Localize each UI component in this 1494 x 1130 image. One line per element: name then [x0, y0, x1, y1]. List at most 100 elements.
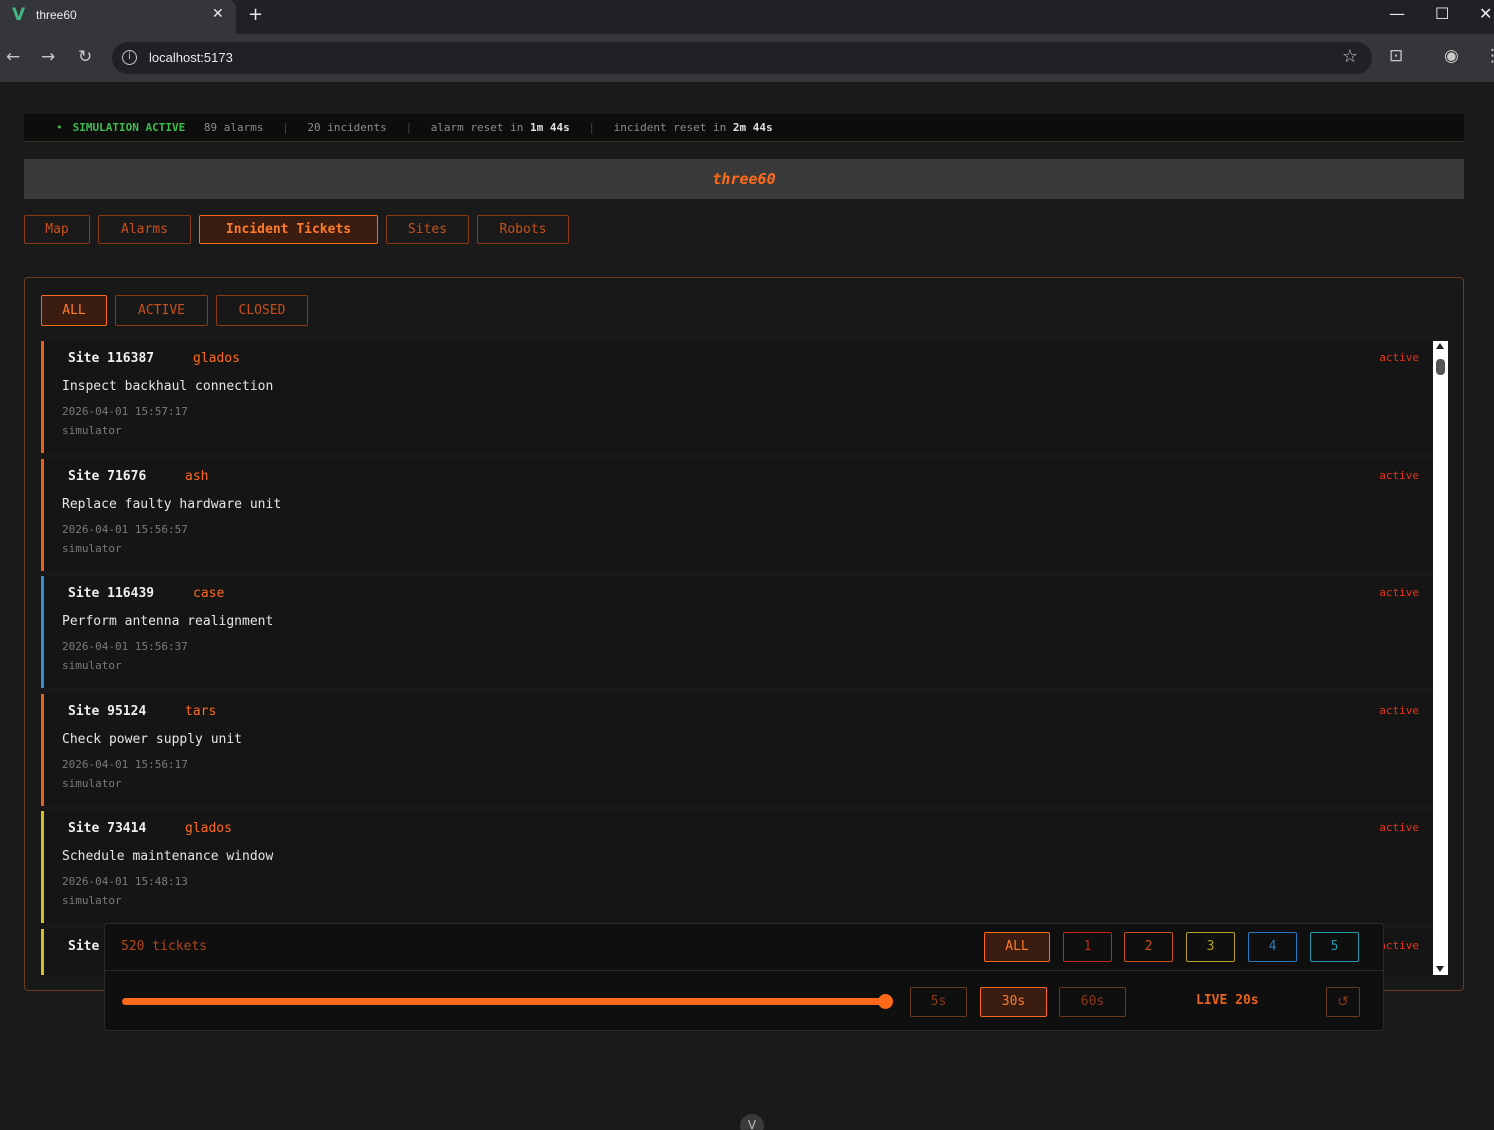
app-title: three60 [24, 159, 1464, 199]
ticket-card[interactable]: Site 73414 glados Schedule maintenance win… [41, 811, 1433, 923]
ticket-state-badge: active [1379, 586, 1419, 599]
ticket-list-scrollbar[interactable] [1433, 341, 1448, 975]
ticket-title: Schedule maintenance window [62, 849, 274, 864]
separator: | [405, 121, 413, 134]
browser-tab-strip: V three60 ✕ + — ☐ ✕ [0, 0, 1494, 34]
ticket-state-badge: active [1379, 351, 1419, 364]
ticket-state-badge: active [1379, 468, 1419, 482]
ticket-timestamp: 2026-04-01 15:57:17 [62, 405, 188, 418]
ticket-source: simulator [62, 424, 122, 437]
url-text[interactable]: localhost:5173 [149, 50, 233, 65]
simulation-status-bar: • SIMULATION ACTIVE 89 alarms | 20 incide… [24, 114, 1464, 142]
scroll-up-icon[interactable] [1436, 343, 1444, 349]
ticket-site: Site 73414 [68, 821, 147, 836]
separator: | [282, 121, 289, 134]
ticket-site: Site 71676 [68, 468, 147, 484]
interval-60s-button[interactable]: 60s [1059, 987, 1126, 1017]
profile-icon[interactable]: ◉ [1444, 46, 1459, 66]
alarm-reset-value: 1m 44s [530, 121, 570, 134]
simulation-status: SIMULATION ACTIVE [72, 121, 186, 134]
ticket-robot: glados [185, 821, 232, 836]
ticket-source: simulator [62, 776, 122, 790]
priority-5-button[interactable]: 5 [1310, 932, 1359, 962]
ticket-site: Site 116387 [68, 351, 155, 366]
ticket-source: simulator [62, 659, 122, 672]
tab-sites[interactable]: Sites [386, 215, 469, 244]
time-slider-track[interactable] [122, 998, 886, 1005]
filter-active-button[interactable]: ACTIVE [115, 295, 208, 326]
alarm-reset-label: alarm reset in [430, 121, 524, 134]
time-slider-thumb[interactable] [878, 994, 893, 1009]
maximize-icon[interactable]: ☐ [1435, 4, 1449, 23]
priority-all-button[interactable]: ALL [984, 932, 1050, 962]
scroll-thumb[interactable] [1436, 359, 1445, 375]
ticket-title: Inspect backhaul connection [62, 379, 274, 394]
site-info-icon[interactable]: i [122, 50, 137, 65]
minimize-icon[interactable]: — [1389, 4, 1405, 23]
ticket-state-badge: active [1379, 938, 1419, 952]
priority-2-button[interactable]: 2 [1124, 932, 1173, 962]
forward-icon[interactable]: → [41, 47, 55, 67]
ticket-timestamp: 2026-04-01 15:48:13 [62, 875, 188, 888]
ticket-source: simulator [62, 541, 122, 555]
incident-count: 20 incidents [307, 121, 387, 134]
interval-30s-button[interactable]: 30s [980, 987, 1047, 1017]
reset-icon[interactable]: ↺ [1326, 987, 1360, 1017]
vue-logo-icon: V [12, 5, 26, 25]
ticket-robot: tars [185, 703, 217, 719]
ticket-card[interactable]: Site 116439 case Perform antenna realignme… [41, 576, 1433, 688]
ticket-state-badge: active [1379, 821, 1419, 834]
scroll-down-icon[interactable] [1436, 966, 1444, 972]
ticket-robot: case [193, 586, 225, 601]
alarm-count: 89 alarms [203, 121, 264, 134]
ticket-site: Site 116439 [68, 586, 155, 601]
ticket-title: Replace faulty hardware unit [62, 496, 282, 512]
filter-all-button[interactable]: ALL [41, 295, 107, 326]
ticket-pager: 520 tickets ALL 12345 [104, 923, 1384, 971]
reload-icon[interactable]: ↻ [78, 47, 92, 67]
ticket-list[interactable]: Site 116387 glados Inspect backhaul connec… [41, 341, 1449, 975]
filter-closed-button[interactable]: CLOSED [216, 295, 308, 326]
ticket-site: Site [68, 938, 100, 954]
browser-tab[interactable]: V three60 ✕ [0, 0, 236, 34]
tab-incident-tickets[interactable]: Incident Tickets [199, 215, 378, 244]
ticket-state-badge: active [1379, 703, 1419, 717]
priority-1-button[interactable]: 1 [1063, 932, 1112, 962]
ticket-card[interactable]: Site 95124 tars Check power supply unit 202… [41, 693, 1433, 806]
live-indicator: LIVE 20s [1196, 993, 1259, 1008]
priority-3-button[interactable]: 3 [1186, 932, 1235, 962]
tab-robots[interactable]: Robots [477, 215, 569, 244]
tab-title: three60 [36, 8, 77, 22]
new-tab-icon[interactable]: + [248, 4, 263, 25]
separator: | [588, 121, 596, 134]
vue-devtools-icon[interactable]: V [740, 1114, 764, 1130]
tab-search-icon[interactable]: ⊡ [1389, 46, 1403, 66]
tickets-panel: ALL ACTIVE CLOSED Site 116387 glados Inspe… [24, 277, 1464, 991]
ticket-title: Check power supply unit [62, 731, 243, 747]
ticket-timestamp: 2026-04-01 15:56:57 [62, 522, 188, 536]
back-icon[interactable]: ← [6, 47, 20, 67]
address-bar[interactable]: i localhost:5173 ☆ [112, 42, 1372, 74]
ticket-robot: glados [193, 351, 240, 366]
ticket-card[interactable]: Site 71676 ash Replace faulty hardware uni… [41, 458, 1433, 571]
tab-close-icon[interactable]: ✕ [212, 6, 224, 22]
ticket-source: simulator [62, 894, 122, 907]
incident-reset-value: 2m 44s [732, 121, 773, 134]
ticket-title: Perform antenna realignment [62, 614, 274, 629]
menu-icon[interactable]: ⋮ [1484, 46, 1494, 66]
ticket-site: Site 95124 [68, 703, 147, 719]
ticket-card[interactable]: Site 116387 glados Inspect backhaul connec… [41, 341, 1433, 453]
ticket-timestamp: 2026-04-01 15:56:17 [62, 757, 188, 771]
interval-5s-button[interactable]: 5s [910, 987, 967, 1017]
tab-map[interactable]: Map [24, 215, 90, 244]
priority-4-button[interactable]: 4 [1248, 932, 1297, 962]
window-close-icon[interactable]: ✕ [1479, 4, 1492, 23]
browser-toolbar: ← → ↻ i localhost:5173 ☆ ⊡ ◉ ⋮ [0, 34, 1494, 82]
timeline-controls: 5s 30s 60s LIVE 20s ↺ [104, 971, 1384, 1031]
incident-reset-label: incident reset in [613, 121, 727, 134]
bookmark-star-icon[interactable]: ☆ [1342, 46, 1358, 67]
ticket-count: 520 tickets [121, 939, 208, 954]
tab-alarms[interactable]: Alarms [98, 215, 191, 244]
ticket-robot: ash [185, 468, 209, 484]
ticket-timestamp: 2026-04-01 15:56:37 [62, 640, 188, 653]
